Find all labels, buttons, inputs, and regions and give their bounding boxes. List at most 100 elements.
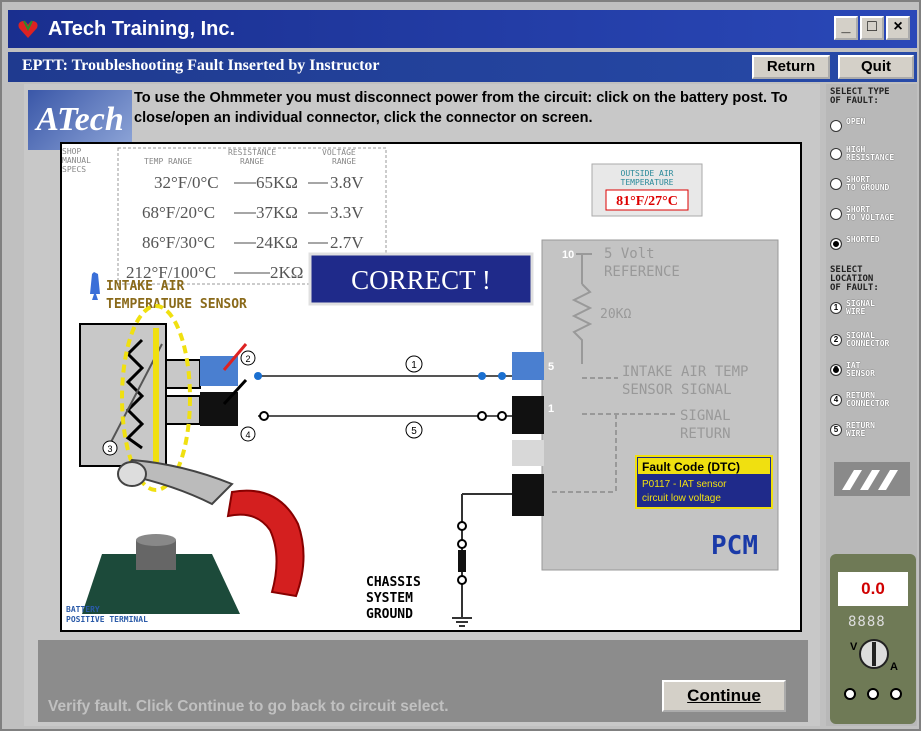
pcm-pin-signal: 5 — [548, 361, 554, 373]
spec-temp-2: 68°F/20°C — [142, 203, 215, 222]
fault-type-label: SHORTED — [846, 235, 880, 244]
status-panel: Verify fault. Click Continue to go back … — [38, 640, 808, 722]
return-wire[interactable]: 5 — [258, 415, 512, 439]
battery-label-2: POSITIVE TERMINAL — [66, 615, 148, 624]
circuit-diagram: SHOP MANUAL SPECS TEMP RANGE RESISTANCE … — [60, 142, 802, 632]
application-window: ATech Training, Inc. _ □ × EPTT: Trouble… — [0, 0, 921, 731]
spec-temp-1: 32°F/0°C — [154, 173, 219, 192]
radio-selected-icon[interactable] — [830, 238, 842, 250]
maximize-button[interactable]: □ — [860, 16, 884, 40]
radio-icon[interactable]: 5 — [830, 424, 842, 436]
fault-type-label: SHORT TO GROUND — [846, 175, 890, 192]
atech-logo: ATech — [28, 90, 132, 150]
spec-volt-2: 3.3V — [330, 203, 364, 222]
fault-location-label: SIGNAL CONNECTOR — [846, 331, 890, 348]
close-button[interactable]: × — [886, 16, 910, 40]
chassis-label-1: CHASSIS — [366, 575, 421, 590]
battery-positive-post[interactable] — [82, 458, 305, 614]
radio-icon[interactable]: 1 — [830, 302, 842, 314]
specs-col-volt-1: VOLTAGE — [322, 148, 356, 157]
module-header: EPTT: Troubleshooting Fault Inserted by … — [8, 52, 917, 82]
callout-4: 4 — [245, 430, 250, 440]
callout-5: 5 — [411, 426, 417, 437]
fault-location-heading-3: OF FAULT: — [830, 283, 879, 293]
fault-location-label: IAT SENSOR — [846, 361, 875, 378]
circuit-svg: SHOP MANUAL SPECS TEMP RANGE RESISTANCE … — [62, 147, 779, 627]
pcm-signal-label-2: SENSOR SIGNAL — [622, 382, 732, 398]
multimeter[interactable]: 0.0 8888 V A — [830, 554, 916, 724]
multimeter-jacks-icon[interactable] — [840, 684, 906, 714]
radio-icon[interactable] — [830, 148, 842, 160]
chassis-label-2: SYSTEM — [366, 591, 413, 606]
pcm-module: 10 5 Volt REFERENCE 20KΩ INTAKE AIR TEMP… — [541, 239, 779, 571]
specs-col-res-2: RANGE — [240, 157, 264, 166]
fault-type-short-to-ground[interactable]: SHORT TO GROUND — [830, 174, 914, 200]
radio-icon[interactable] — [830, 178, 842, 190]
window-title: ATech Training, Inc. — [48, 18, 236, 40]
fault-type-short-to-voltage[interactable]: SHORT TO VOLTAGE — [830, 204, 914, 230]
spec-res-2: 37KΩ — [256, 203, 298, 222]
dial-v-label: V — [850, 641, 858, 653]
sensor-label-2: TEMPERATURE SENSOR — [106, 297, 247, 312]
fault-location-label: RETURN CONNECTOR — [846, 391, 890, 408]
pcm-return-label-1: SIGNAL — [680, 408, 731, 424]
pcm-ref-label-1: 5 Volt — [604, 246, 655, 262]
radio-icon[interactable] — [830, 208, 842, 220]
multimeter-dial-icon[interactable]: V A — [848, 634, 900, 674]
multimeter-display: 0.0 — [838, 572, 908, 606]
fault-location-return-wire[interactable]: 5 RETURN WIRE — [830, 420, 914, 446]
app-icon — [18, 20, 38, 38]
fault-location-signal-wire[interactable]: 1 SIGNAL WIRE — [830, 298, 914, 324]
specs-col-volt-2: RANGE — [332, 157, 356, 166]
spec-temp-3: 86°F/30°C — [142, 233, 215, 252]
specs-heading-line2: MANUAL — [62, 156, 91, 165]
radio-icon[interactable]: 4 — [830, 394, 842, 406]
spec-volt-1: 3.8V — [330, 173, 364, 192]
pcm-signal-label-1: INTAKE AIR TEMP — [622, 364, 748, 380]
ati-logo-icon — [834, 462, 910, 496]
specs-col-temp: TEMP RANGE — [144, 157, 192, 166]
fault-location-return-connector[interactable]: 4 RETURN CONNECTOR — [830, 390, 914, 416]
spec-volt-3: 2.7V — [330, 233, 364, 252]
title-bar[interactable]: ATech Training, Inc. _ □ × — [8, 10, 917, 48]
fault-type-shorted[interactable]: SHORTED — [830, 234, 914, 260]
correct-banner-text: CORRECT ! — [351, 265, 491, 295]
radio-icon[interactable] — [830, 120, 842, 132]
callout-2: 2 — [245, 354, 250, 364]
radio-icon[interactable]: 2 — [830, 334, 842, 346]
pcm-ref-label-2: REFERENCE — [604, 264, 680, 280]
dtc-title: Fault Code (DTC) — [642, 460, 740, 474]
outside-air-temp-gauge: OUTSIDE AIR TEMPERATURE 81°F/27°C — [591, 163, 703, 217]
continue-button[interactable]: Continue — [662, 680, 786, 712]
dtc-text-1: P0117 - IAT sensor — [642, 479, 727, 490]
multimeter-digits: 8888 — [848, 614, 886, 630]
minimize-button[interactable]: _ — [834, 16, 858, 40]
fault-location-signal-connector[interactable]: 2 SIGNAL CONNECTOR — [830, 330, 914, 356]
return-button[interactable]: Return — [752, 55, 830, 79]
correct-banner: CORRECT ! — [308, 252, 534, 306]
pcm-resistor-label: 20KΩ — [600, 307, 631, 322]
sensor-connector[interactable]: 2 4 — [200, 343, 256, 442]
callout-3: 3 — [107, 444, 112, 454]
fault-type-heading-2: OF FAULT: — [830, 96, 879, 106]
module-title: EPTT: Troubleshooting Fault Inserted by … — [22, 57, 380, 74]
fault-location-label: RETURN WIRE — [846, 421, 875, 438]
fault-type-open[interactable]: OPEN — [830, 116, 914, 142]
fault-selection-sidebar: SELECT TYPE OF FAULT: OPEN HIGH RESISTANC… — [826, 84, 917, 726]
spec-res-1: 65KΩ — [256, 173, 298, 192]
fault-type-label: OPEN — [846, 117, 866, 126]
fault-type-high-resistance[interactable]: HIGH RESISTANCE — [830, 144, 914, 170]
outside-air-label-1: OUTSIDE AIR — [621, 169, 674, 178]
pcm-label: PCM — [711, 531, 758, 561]
fault-location-iat-sensor[interactable]: 3 IAT SENSOR — [830, 360, 914, 386]
chassis-label-3: GROUND — [366, 607, 413, 622]
fault-type-label: SHORT TO VOLTAGE — [846, 205, 895, 222]
specs-heading-line1: SHOP — [62, 147, 81, 156]
fault-code-box: Fault Code (DTC) P0117 - IAT sensor circ… — [635, 455, 773, 509]
radio-selected-icon[interactable]: 3 — [830, 364, 842, 376]
signal-wire[interactable]: 1 — [258, 355, 512, 377]
pcm-pin-ref: 10 — [562, 249, 574, 261]
quit-button[interactable]: Quit — [838, 55, 914, 79]
fault-location-label: SIGNAL WIRE — [846, 299, 875, 316]
pcm-pin-return: 1 — [548, 403, 554, 415]
